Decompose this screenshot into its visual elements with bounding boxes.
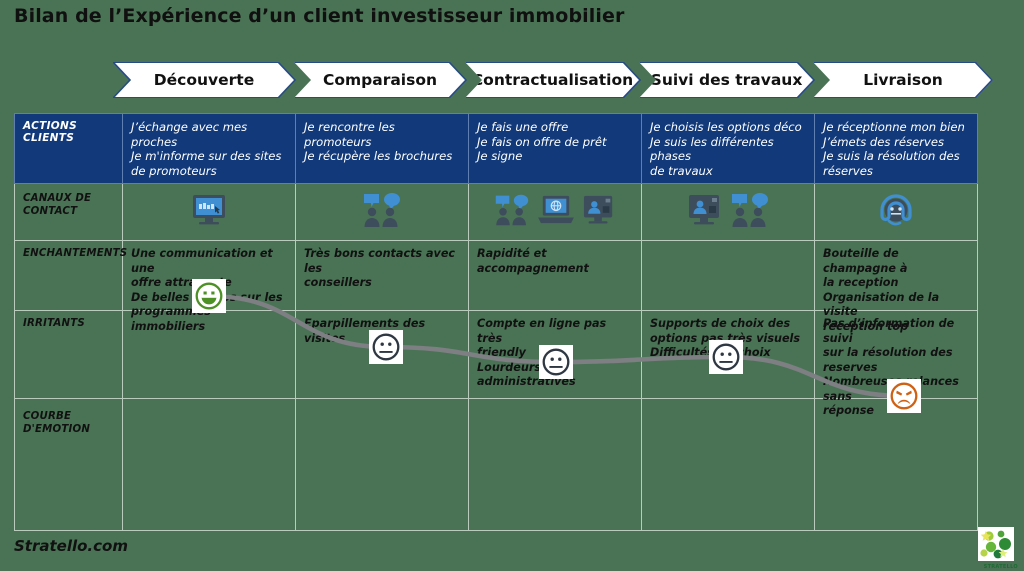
cell-actions-contractualisation: Je fais une offre Je fais on offre de pr… bbox=[469, 113, 642, 185]
video-call-icon bbox=[687, 193, 723, 231]
phase-chevron-suivi-des-travaux[interactable]: Suivi des travaux bbox=[639, 62, 814, 98]
cell-canaux-decouverte bbox=[123, 184, 296, 242]
phase-label: Découverte bbox=[153, 71, 255, 89]
cell-canaux-comparaison bbox=[296, 184, 469, 242]
icon-group bbox=[642, 184, 814, 240]
people-talking-icon bbox=[494, 193, 530, 231]
icon-group bbox=[469, 184, 641, 240]
cell-enchantements-decouverte: Une communication et une offre attrayant… bbox=[123, 241, 296, 333]
cell-enchantements-contractualisation: Rapidité et accompagnement bbox=[469, 241, 642, 312]
cell-text: Compte en ligne pas très friendly Lourde… bbox=[477, 317, 607, 389]
journey-map-grid: ACTIONS CLIENTS J’échange avec mes proch… bbox=[14, 113, 978, 532]
row-courbe-emotion: COURBE D'EMOTION bbox=[14, 399, 978, 532]
cell-actions-suivi-travaux: Je choisis les options déco Je suis les … bbox=[642, 113, 815, 185]
journey-phase-bar: Découverte Comparaison Contractualisatio… bbox=[113, 62, 993, 98]
cell-actions-livraison: Je réceptionne mon bien J’émets des rése… bbox=[815, 113, 978, 185]
people-talking-icon bbox=[362, 192, 402, 232]
phase-chevron-contractualisation[interactable]: Contractualisation bbox=[465, 62, 640, 98]
stratello-logo-text: STRATELLO bbox=[983, 564, 1018, 570]
cell-text: Rapidité et accompagnement bbox=[477, 247, 589, 275]
cell-text: Eparpillements des visites bbox=[304, 317, 426, 345]
people-talking-icon bbox=[730, 192, 770, 232]
icon-group bbox=[123, 184, 295, 240]
cell-emotion-suivi-travaux bbox=[642, 399, 815, 532]
row-label-irritants: IRRITANTS bbox=[14, 311, 123, 400]
cell-emotion-decouverte bbox=[123, 399, 296, 532]
cell-enchantements-livraison: Bouteille de champagne à la reception Or… bbox=[815, 241, 978, 333]
cell-text: Je rencontre les promoteurs Je récupère … bbox=[304, 120, 453, 164]
row-canaux-de-contact: CANAUX DE CONTACT bbox=[14, 184, 978, 242]
phase-label: Livraison bbox=[863, 71, 943, 89]
phase-label: Comparaison bbox=[322, 71, 438, 89]
cell-emotion-contractualisation bbox=[469, 399, 642, 532]
website-monitor-icon bbox=[190, 193, 228, 231]
phase-chevron-livraison[interactable]: Livraison bbox=[813, 62, 993, 98]
phase-label: Suivi des travaux bbox=[650, 71, 803, 89]
page-title: Bilan de l’Expérience d’un client invest… bbox=[14, 5, 625, 27]
row-label-enchantements: ENCHANTEMENTS bbox=[14, 241, 128, 312]
cell-irritants-suivi-travaux: Supports de choix des options pas très v… bbox=[642, 311, 815, 400]
stratello-logo bbox=[978, 527, 1014, 561]
row-label-text: ACTIONS CLIENTS bbox=[23, 120, 77, 144]
row-label-courbe-emotion: COURBE D'EMOTION bbox=[14, 399, 123, 532]
row-irritants: IRRITANTS Eparpillements des visites Com… bbox=[14, 311, 978, 417]
row-label-text: CANAUX DE CONTACT bbox=[23, 193, 92, 218]
headset-support-icon bbox=[875, 192, 917, 232]
cell-actions-decouverte: J’échange avec mes proches Je m'informe … bbox=[123, 113, 296, 185]
cell-canaux-livraison bbox=[815, 184, 978, 242]
cell-canaux-contractualisation bbox=[469, 184, 642, 242]
cell-text: Je choisis les options déco Je suis les … bbox=[650, 120, 802, 178]
phase-chevron-comparaison[interactable]: Comparaison bbox=[294, 62, 466, 98]
cell-text: Très bons contacts avec les conseillers bbox=[304, 247, 456, 290]
cell-emotion-livraison bbox=[815, 399, 978, 532]
icon-group bbox=[296, 184, 468, 240]
cell-canaux-suivi-travaux bbox=[642, 184, 815, 242]
phase-label: Contractualisation bbox=[471, 71, 634, 89]
phase-chevron-decouverte[interactable]: Découverte bbox=[113, 62, 295, 98]
icon-group bbox=[815, 184, 977, 240]
cell-text: Je réceptionne mon bien J’émets des rése… bbox=[823, 120, 965, 178]
video-call-icon bbox=[582, 194, 616, 230]
row-label-actions-clients: ACTIONS CLIENTS bbox=[14, 113, 123, 185]
cell-enchantements-comparaison: Très bons contacts avec les conseillers bbox=[296, 241, 469, 312]
cell-text: J’échange avec mes proches Je m'informe … bbox=[131, 120, 282, 178]
cell-irritants-contractualisation: Compte en ligne pas très friendly Lourde… bbox=[469, 311, 642, 400]
row-enchantements: ENCHANTEMENTS Une communication et une o… bbox=[14, 241, 978, 333]
cell-irritants-decouverte bbox=[123, 311, 296, 400]
cell-irritants-livraison: Pas d’information de suivi sur la résolu… bbox=[815, 311, 978, 417]
laptop-globe-icon bbox=[537, 194, 575, 230]
cell-emotion-comparaison bbox=[296, 399, 469, 532]
cell-actions-comparaison: Je rencontre les promoteurs Je récupère … bbox=[296, 113, 469, 185]
footer-site-name: Stratello.com bbox=[14, 537, 128, 555]
cell-text: Supports de choix des options pas très v… bbox=[650, 317, 801, 360]
row-actions-clients: ACTIONS CLIENTS J’échange avec mes proch… bbox=[14, 113, 978, 185]
row-label-text: ENCHANTEMENTS bbox=[23, 248, 128, 260]
row-label-text: IRRITANTS bbox=[23, 318, 85, 330]
row-label-text: COURBE D'EMOTION bbox=[23, 411, 91, 436]
cell-enchantements-suivi-travaux bbox=[642, 241, 815, 312]
row-label-canaux-de-contact: CANAUX DE CONTACT bbox=[14, 184, 123, 242]
cell-text: Je fais une offre Je fais on offre de pr… bbox=[477, 120, 607, 164]
cell-irritants-comparaison: Eparpillements des visites bbox=[296, 311, 469, 400]
